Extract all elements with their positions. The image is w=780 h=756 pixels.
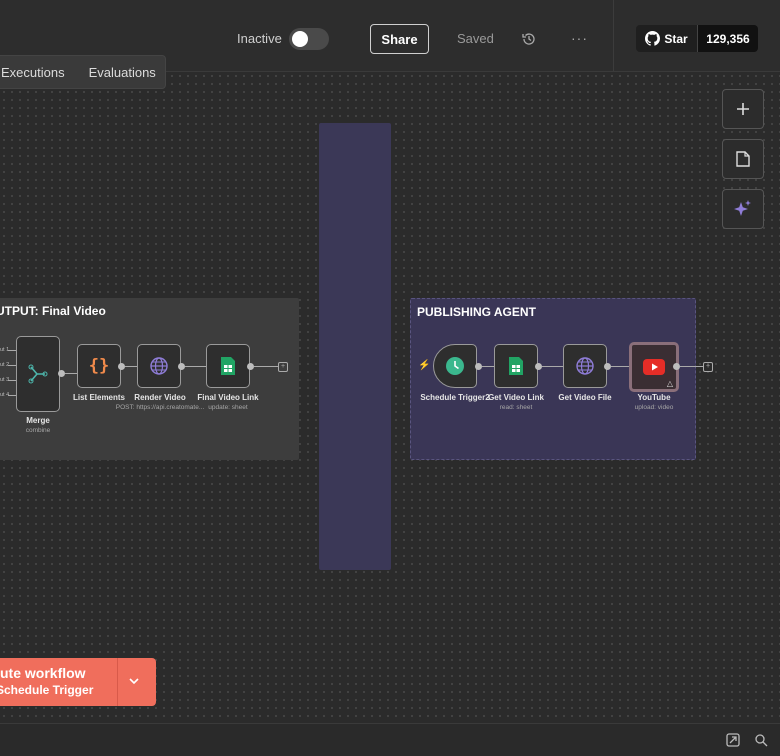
output-port[interactable] [604, 363, 611, 370]
sticky-note-icon [736, 151, 750, 167]
execute-workflow-button[interactable]: ute workflow Schedule Trigger [0, 658, 156, 706]
sticky-note[interactable] [319, 123, 391, 570]
globe-icon [150, 357, 168, 375]
get-video-file-node[interactable] [563, 344, 607, 388]
node-label: Merge [26, 416, 50, 425]
braces-icon: {} [88, 356, 110, 376]
chevron-down-icon[interactable] [128, 675, 140, 687]
connection [254, 366, 278, 367]
warning-icon: △ [666, 379, 673, 388]
merge-icon [28, 364, 48, 384]
zoom-icon[interactable] [754, 733, 768, 747]
youtube-node[interactable]: △ [629, 342, 679, 392]
github-star-label: Star [664, 31, 688, 46]
add-node-button[interactable] [722, 89, 764, 129]
connection [65, 373, 77, 374]
connection [8, 380, 16, 381]
globe-icon [576, 357, 594, 375]
node-sub: read: sheet [499, 404, 533, 411]
get-video-link-node[interactable] [494, 344, 538, 388]
share-button[interactable]: Share [370, 24, 429, 54]
connection [680, 366, 703, 367]
add-node-plus-icon[interactable]: + [703, 362, 713, 372]
connection [542, 366, 563, 367]
output-port[interactable] [673, 363, 680, 370]
sparkles-icon [734, 200, 751, 216]
connection [185, 366, 206, 367]
connection [482, 366, 494, 367]
active-toggle[interactable] [289, 28, 329, 50]
active-status-label: Inactive [237, 31, 282, 46]
node-sub: upload: video [634, 404, 674, 411]
connection [611, 366, 631, 367]
node-sub: POST: https://api.creatomate... [115, 404, 205, 411]
divider [117, 658, 118, 706]
github-icon [645, 31, 661, 46]
connection [8, 365, 16, 366]
output-port[interactable] [118, 363, 125, 370]
ai-assistant-button[interactable] [722, 189, 764, 229]
sheets-icon [221, 357, 235, 375]
view-tabs: Executions Evaluations [0, 55, 166, 89]
node-sub: update: sheet [208, 404, 248, 411]
execute-trigger-label: Schedule Trigger [0, 683, 94, 697]
youtube-icon [643, 359, 665, 375]
node-label: YouTube [637, 393, 671, 402]
toggle-knob [292, 31, 308, 47]
list-elements-node[interactable]: {} [77, 344, 121, 388]
github-star-count: 129,356 [698, 25, 758, 52]
divider [613, 0, 614, 71]
group-title: PUBLISHING AGENT [417, 305, 536, 319]
history-icon[interactable] [521, 31, 537, 47]
render-video-node[interactable] [137, 344, 181, 388]
tab-evaluations[interactable]: Evaluations [77, 65, 168, 80]
schedule-trigger2-node[interactable] [433, 344, 477, 388]
final-video-link-node[interactable] [206, 344, 250, 388]
add-sticky-button[interactable] [722, 139, 764, 179]
output-port[interactable] [247, 363, 254, 370]
expand-icon[interactable] [726, 733, 740, 747]
output-port[interactable] [535, 363, 542, 370]
execute-label: ute workflow [0, 665, 86, 681]
github-star-button[interactable]: Star 129,356 [636, 25, 758, 52]
node-sub: combine [25, 427, 51, 434]
node-label: Schedule Trigger2 [420, 393, 490, 402]
node-label: Get Video Link [488, 393, 544, 402]
connection [125, 366, 137, 367]
saved-status: Saved [457, 31, 494, 46]
trigger-bolt-icon: ⚡ [418, 360, 431, 371]
add-node-plus-icon[interactable]: + [278, 362, 288, 372]
more-options-icon[interactable]: ··· [571, 30, 588, 46]
sheets-icon [509, 357, 523, 375]
group-title: UTPUT: Final Video [0, 304, 106, 318]
connection [8, 395, 16, 396]
output-port[interactable] [178, 363, 185, 370]
node-label: Final Video Link [197, 393, 259, 402]
node-label: List Elements [72, 393, 126, 402]
plus-icon [737, 103, 749, 115]
connection [8, 350, 16, 351]
node-label: Get Video File [558, 393, 612, 402]
clock-icon [446, 357, 464, 375]
node-label: Render Video [134, 393, 186, 402]
bottom-panel-bar [0, 723, 780, 756]
output-port[interactable] [58, 370, 65, 377]
github-star[interactable]: Star [636, 25, 698, 52]
output-port[interactable] [475, 363, 482, 370]
tab-executions[interactable]: Executions [0, 65, 77, 80]
merge-node[interactable] [16, 336, 60, 412]
